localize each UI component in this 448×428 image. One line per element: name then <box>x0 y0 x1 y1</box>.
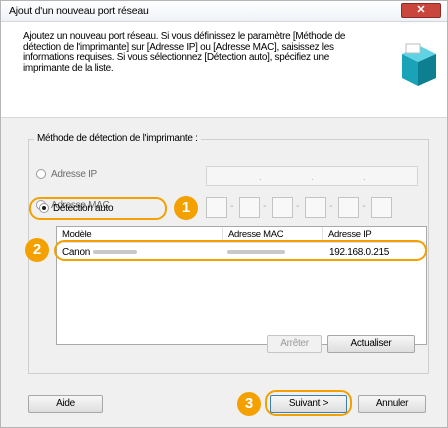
next-button[interactable]: Suivant > <box>270 395 347 413</box>
ip-address-field[interactable]: . . . <box>206 166 418 186</box>
radio-ip-address[interactable] <box>36 169 46 179</box>
callout-badge-2: 2 <box>25 238 49 262</box>
help-button[interactable]: Aide <box>28 395 103 413</box>
mac-separator: - <box>263 200 267 212</box>
stop-button[interactable]: Arrêter <box>267 335 322 353</box>
window-title: Ajout d'un nouveau port réseau <box>9 5 149 17</box>
cancel-button[interactable]: Annuler <box>358 395 426 413</box>
close-button[interactable]: ✕ <box>401 3 441 18</box>
ip-separator: . <box>259 172 262 183</box>
printer-port-icon <box>402 43 436 86</box>
callout-badge-3: 3 <box>237 392 261 416</box>
mac-separator: - <box>362 200 366 212</box>
mac-octet-field[interactable] <box>338 197 359 218</box>
title-bar[interactable]: Ajout d'un nouveau port réseau ✕ <box>1 1 447 22</box>
dialog-window: Ajout d'un nouveau port réseau ✕ Ajoutez… <box>0 0 448 428</box>
radio-ip-address-label[interactable]: Adresse IP <box>51 169 97 180</box>
header-description: Ajoutez un nouveau port réseau. Si vous … <box>23 31 346 74</box>
mac-octet-field[interactable] <box>371 197 392 218</box>
mac-separator: - <box>296 200 300 212</box>
mac-separator: - <box>230 200 234 212</box>
mac-octet-field[interactable] <box>305 197 326 218</box>
radio-auto-detect-label[interactable]: Détection auto <box>53 203 114 214</box>
callout-badge-1: 1 <box>174 196 198 220</box>
printer-row-highlight <box>54 240 427 261</box>
column-header-mac[interactable]: Adresse MAC <box>228 229 284 240</box>
detection-group-title: Méthode de détection de l'imprimante : <box>34 133 201 144</box>
mac-octet-field[interactable] <box>206 197 227 218</box>
ip-separator: . <box>311 172 314 183</box>
mac-separator: - <box>329 200 333 212</box>
column-header-ip[interactable]: Adresse IP <box>328 229 372 240</box>
column-header-model[interactable]: Modèle <box>62 229 92 240</box>
refresh-button[interactable]: Actualiser <box>327 335 415 353</box>
header-panel: Ajoutez un nouveau port réseau. Si vous … <box>1 22 447 118</box>
ip-separator: . <box>363 172 366 183</box>
mac-octet-field[interactable] <box>272 197 293 218</box>
radio-auto-detect[interactable] <box>39 203 49 213</box>
mac-octet-field[interactable] <box>239 197 260 218</box>
